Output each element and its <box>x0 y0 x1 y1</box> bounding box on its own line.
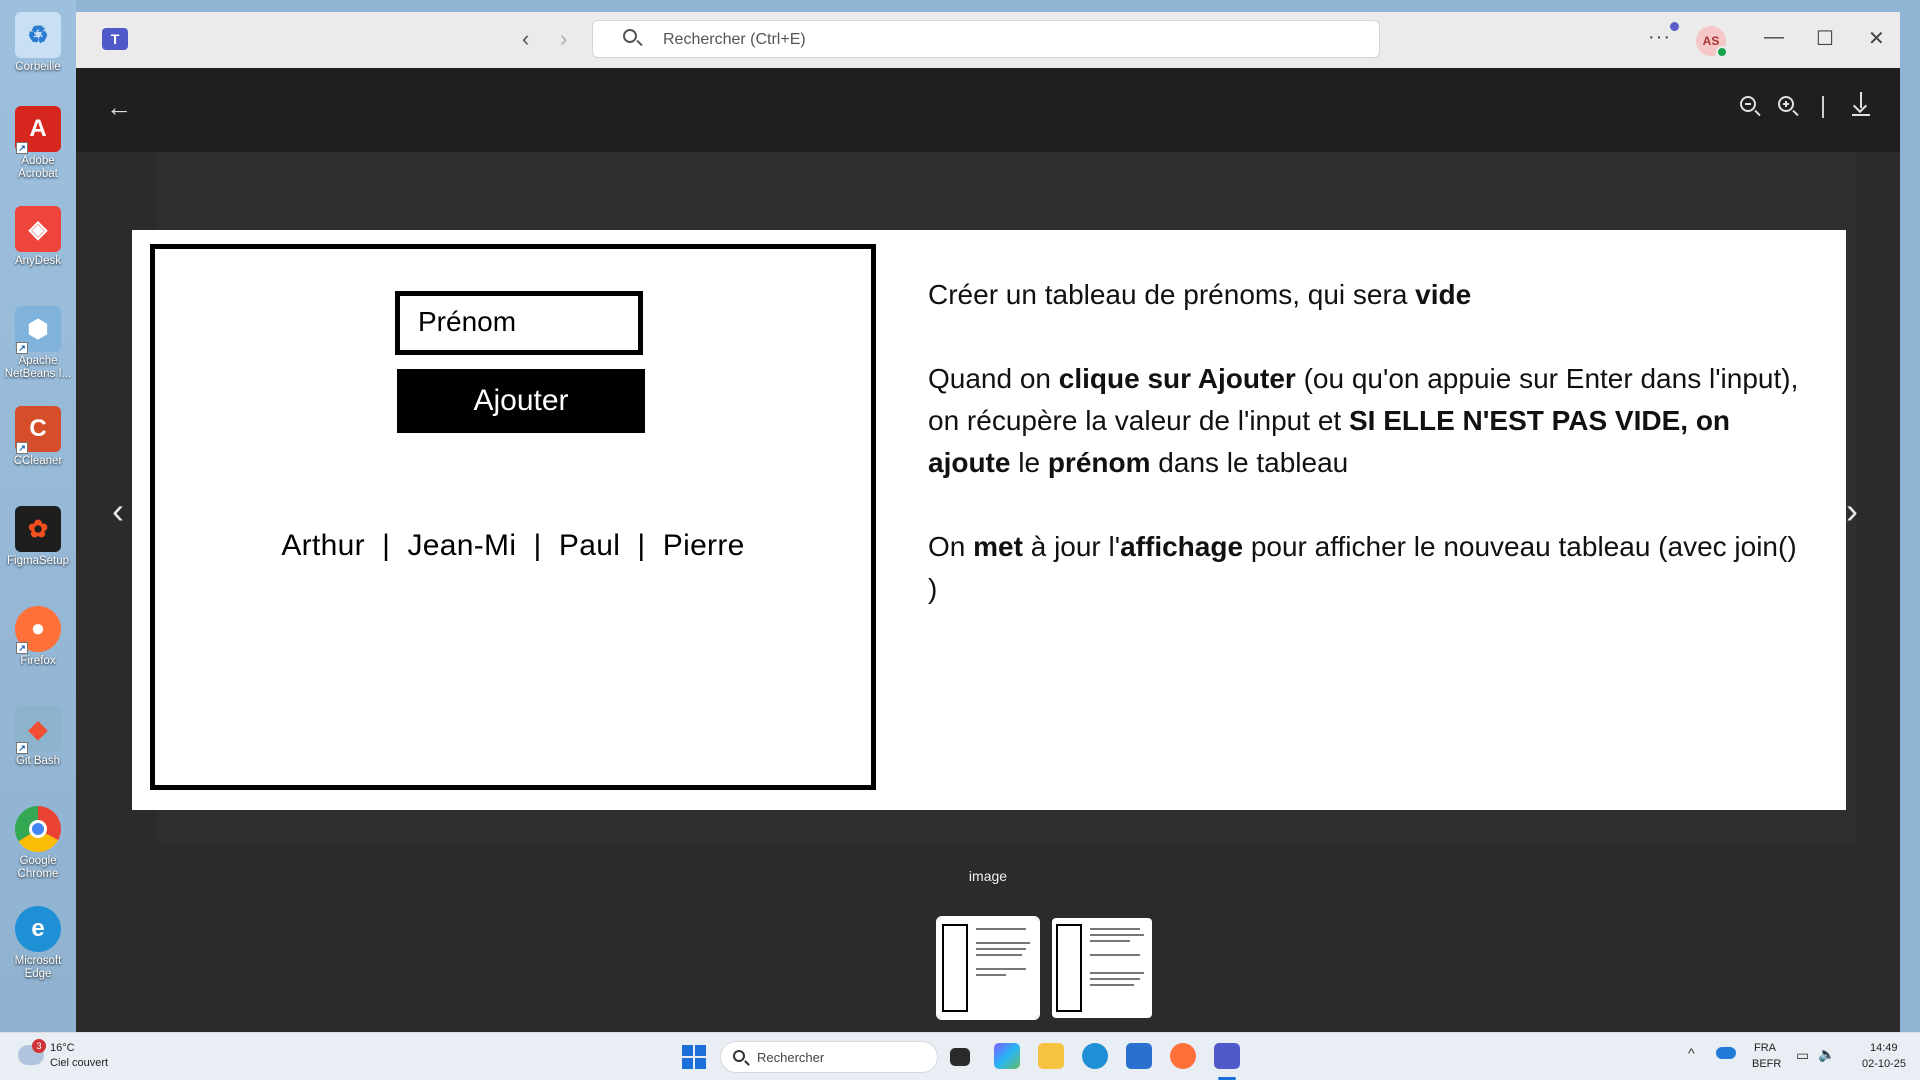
desktop-icon-figma[interactable]: ✿ FigmaSetup <box>4 506 72 568</box>
desktop: ♻ Corbeille A ↗ Adobe Acrobat ◈ AnyDesk ⬢… <box>0 0 76 1032</box>
presence-available-icon <box>1716 46 1728 58</box>
more-options-button[interactable]: ··· <box>1648 26 1671 49</box>
taskbar-search-input[interactable]: Rechercher <box>720 1041 938 1073</box>
chevron-up-icon[interactable]: ^ <box>1688 1045 1695 1061</box>
volume-icon[interactable]: 🔈 <box>1818 1046 1835 1063</box>
keyboard-layout-indicator[interactable]: BEFR <box>1752 1058 1781 1070</box>
arrow-left-icon[interactable]: ← <box>106 92 132 123</box>
instruction-1: Créer un tableau de prénoms, qui sera vi… <box>928 279 1472 310</box>
image-viewer-toolbar: ← <box>76 68 1900 152</box>
file-explorer-icon[interactable] <box>1038 1043 1064 1069</box>
mockup-name-input: Prénom <box>395 291 643 355</box>
zoom-in-icon[interactable] <box>1778 96 1794 112</box>
weather-description[interactable]: Ciel couvert <box>50 1057 108 1069</box>
image-viewer: ‹ › Prénom Ajouter Arthur | Jean-Mi | Pa… <box>76 152 1900 1032</box>
onedrive-icon[interactable] <box>1716 1047 1736 1059</box>
desktop-icon-anydesk[interactable]: ◈ AnyDesk <box>4 206 72 268</box>
desktop-icon-firefox[interactable]: ● ↗ Firefox <box>4 606 72 668</box>
zoom-out-icon[interactable] <box>1740 96 1756 112</box>
git-bash-icon: ◆ ↗ <box>15 706 61 754</box>
edge-taskbar-icon[interactable] <box>1082 1043 1108 1069</box>
desktop-icon-edge[interactable]: e Microsoft Edge <box>4 906 72 981</box>
maximize-button[interactable]: ☐ <box>1816 26 1834 51</box>
figma-icon: ✿ <box>15 506 61 552</box>
clock-time[interactable]: 14:49 <box>1870 1042 1898 1054</box>
desktop-icon-git-bash[interactable]: ◆ ↗ Git Bash <box>4 706 72 768</box>
thumbnail-2[interactable] <box>1052 918 1152 1018</box>
teams-icon: T <box>102 28 128 50</box>
previous-image-button[interactable]: ‹ <box>112 490 124 532</box>
desktop-icon-chrome[interactable]: Google Chrome <box>4 806 72 881</box>
instruction-3: On met à jour l'affichage pour afficher … <box>928 531 1797 604</box>
edge-icon: e <box>15 906 61 952</box>
next-image-button[interactable]: › <box>1846 490 1858 532</box>
desktop-icon-netbeans[interactable]: ⬢ ↗ Apache NetBeans I... <box>4 306 72 381</box>
download-icon[interactable] <box>1852 92 1870 116</box>
slide-image: Prénom Ajouter Arthur | Jean-Mi | Paul |… <box>132 230 1846 810</box>
chrome-icon <box>15 806 61 852</box>
mockup-add-button: Ajouter <box>397 369 645 433</box>
network-icon[interactable]: ▭ <box>1796 1047 1809 1064</box>
taskbar: 3 16°C Ciel couvert Rechercher ^ FRA BEF… <box>0 1032 1920 1080</box>
start-button[interactable] <box>682 1045 706 1069</box>
forward-nav-icon[interactable]: › <box>560 26 567 52</box>
netbeans-icon: ⬢ ↗ <box>15 306 61 354</box>
store-icon[interactable] <box>1126 1043 1152 1069</box>
language-indicator[interactable]: FRA <box>1754 1042 1776 1054</box>
image-caption: image <box>968 868 1008 884</box>
firefox-taskbar-icon[interactable] <box>1170 1043 1196 1069</box>
notification-dot <box>1670 22 1679 31</box>
close-button[interactable]: ✕ <box>1868 26 1885 51</box>
toolbar-divider <box>1822 96 1824 118</box>
anydesk-icon: ◈ <box>15 206 61 252</box>
thumbnail-1[interactable] <box>936 916 1040 1020</box>
desktop-icon-acrobat[interactable]: A ↗ Adobe Acrobat <box>4 106 72 181</box>
back-nav-icon[interactable]: ‹ <box>522 26 529 52</box>
weather-badge: 3 <box>32 1039 46 1053</box>
clock-date[interactable]: 02-10-25 <box>1862 1058 1906 1070</box>
title-bar: T ‹ › Rechercher (Ctrl+E) ··· AS — ☐ ✕ <box>76 12 1900 68</box>
instruction-2: Quand on clique sur Ajouter (ou qu'on ap… <box>928 363 1799 478</box>
ui-mockup: Prénom Ajouter Arthur | Jean-Mi | Paul |… <box>150 244 876 790</box>
desktop-icon-recycle-bin[interactable]: ♻ Corbeille <box>4 12 72 74</box>
search-input[interactable]: Rechercher (Ctrl+E) <box>592 20 1380 58</box>
mockup-names-list: Arthur | Jean-Mi | Paul | Pierre <box>281 529 745 562</box>
task-view-icon[interactable] <box>950 1048 970 1066</box>
teams-window: T ‹ › Rechercher (Ctrl+E) ··· AS — ☐ ✕ ←… <box>76 12 1900 1032</box>
search-icon <box>733 1050 745 1062</box>
recycle-bin-icon: ♻ <box>15 12 61 58</box>
weather-temperature[interactable]: 16°C <box>50 1042 75 1054</box>
minimize-button[interactable]: — <box>1764 26 1784 49</box>
m365-icon[interactable] <box>994 1043 1020 1069</box>
firefox-icon: ● ↗ <box>15 606 61 654</box>
ccleaner-icon: C ↗ <box>15 406 61 454</box>
slide-instructions: Créer un tableau de prénoms, qui sera vi… <box>928 274 1808 652</box>
teams-taskbar-icon[interactable] <box>1214 1043 1240 1069</box>
search-icon <box>623 29 637 43</box>
desktop-icon-ccleaner[interactable]: C ↗ CCleaner <box>4 406 72 468</box>
acrobat-icon: A ↗ <box>15 106 61 154</box>
